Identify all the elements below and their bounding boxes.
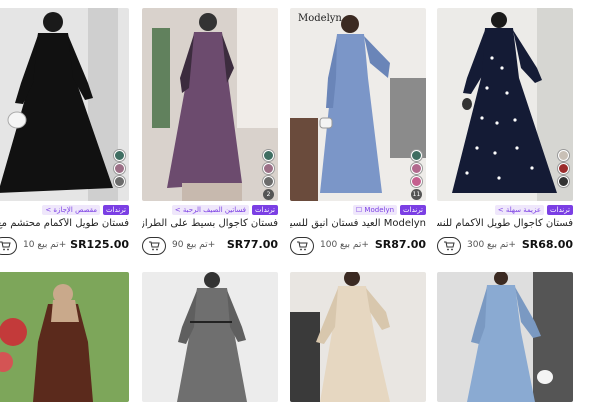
color-swatches: 2 bbox=[263, 150, 274, 200]
swatch[interactable] bbox=[263, 163, 274, 174]
cart-icon bbox=[297, 241, 308, 251]
product-title[interactable]: Modelyn العيد فستان أنيق للسيدات بـ... bbox=[290, 218, 426, 229]
product-image[interactable] bbox=[290, 272, 426, 402]
swatch[interactable] bbox=[558, 163, 569, 174]
product-price: SR87.00 bbox=[374, 238, 426, 251]
product-image[interactable]: Modelyn bbox=[290, 8, 426, 201]
tag-row: ترندات Modelyn ☐ bbox=[352, 205, 426, 215]
swatch[interactable] bbox=[263, 150, 274, 161]
product-title[interactable]: فستان طويل الأكمام محتشم مع طا... bbox=[0, 218, 129, 229]
product-image[interactable] bbox=[142, 8, 278, 201]
color-swatches: 11 bbox=[411, 150, 422, 200]
category-tag[interactable]: عزيمة سهلة > bbox=[494, 205, 545, 215]
tag-row: ترندات فساتين الصيف الرحبة > bbox=[171, 205, 278, 215]
product-image[interactable] bbox=[0, 8, 129, 201]
swatch[interactable] bbox=[114, 176, 125, 187]
trend-tag[interactable]: ترندات bbox=[400, 205, 426, 215]
sold-count: تم بيع 100+ bbox=[320, 240, 369, 250]
more-colors-badge[interactable]: 11 bbox=[411, 189, 422, 200]
swatch[interactable] bbox=[114, 150, 125, 161]
product-price: SR68.00 bbox=[521, 238, 573, 251]
trend-tag[interactable]: ترندات bbox=[103, 205, 129, 215]
brand-logo: Modelyn bbox=[298, 13, 342, 24]
swatch[interactable] bbox=[411, 150, 422, 161]
product-image[interactable] bbox=[142, 272, 278, 402]
more-colors-badge[interactable]: 2 bbox=[263, 189, 274, 200]
category-tag[interactable]: مقصص الإجازة > bbox=[42, 205, 101, 215]
category-tag[interactable]: فساتين الصيف الرحبة > bbox=[171, 205, 250, 215]
product-title[interactable]: فستان كاجوال طويل الأكمام للنساء ... bbox=[437, 218, 573, 229]
swatch[interactable] bbox=[411, 176, 422, 187]
add-to-cart-button[interactable] bbox=[142, 237, 166, 255]
product-price: SR125.00 bbox=[70, 238, 129, 251]
swatch[interactable] bbox=[411, 163, 422, 174]
swatch[interactable] bbox=[263, 176, 274, 187]
swatch[interactable] bbox=[114, 163, 125, 174]
sold-count: تم بيع 90+ bbox=[172, 240, 216, 250]
color-swatches bbox=[558, 150, 569, 187]
add-to-cart-button[interactable] bbox=[290, 237, 314, 255]
product-title[interactable]: فستان كاجوال بسيط على الطراز العربي... bbox=[142, 218, 278, 229]
swatch[interactable] bbox=[558, 176, 569, 187]
category-tag[interactable]: Modelyn ☐ bbox=[352, 205, 398, 215]
cart-icon bbox=[444, 241, 455, 251]
tag-row: ترندات مقصص الإجازة > bbox=[42, 205, 129, 215]
sold-count: تم بيع 10+ bbox=[23, 240, 67, 250]
trend-tag[interactable]: ترندات bbox=[252, 205, 278, 215]
product-price: SR77.00 bbox=[226, 238, 278, 251]
product-image[interactable] bbox=[437, 8, 573, 201]
add-to-cart-button[interactable] bbox=[437, 237, 461, 255]
swatch[interactable] bbox=[558, 150, 569, 161]
cart-icon bbox=[0, 241, 11, 251]
product-image[interactable] bbox=[437, 272, 573, 402]
sold-count: تم بيع 300+ bbox=[467, 240, 516, 250]
product-image[interactable] bbox=[0, 272, 129, 402]
cart-icon bbox=[149, 241, 160, 251]
color-swatches bbox=[114, 150, 125, 187]
add-to-cart-button[interactable] bbox=[0, 237, 17, 255]
trend-tag[interactable]: ترندات bbox=[547, 205, 573, 215]
tag-row: ترندات عزيمة سهلة > bbox=[494, 205, 573, 215]
